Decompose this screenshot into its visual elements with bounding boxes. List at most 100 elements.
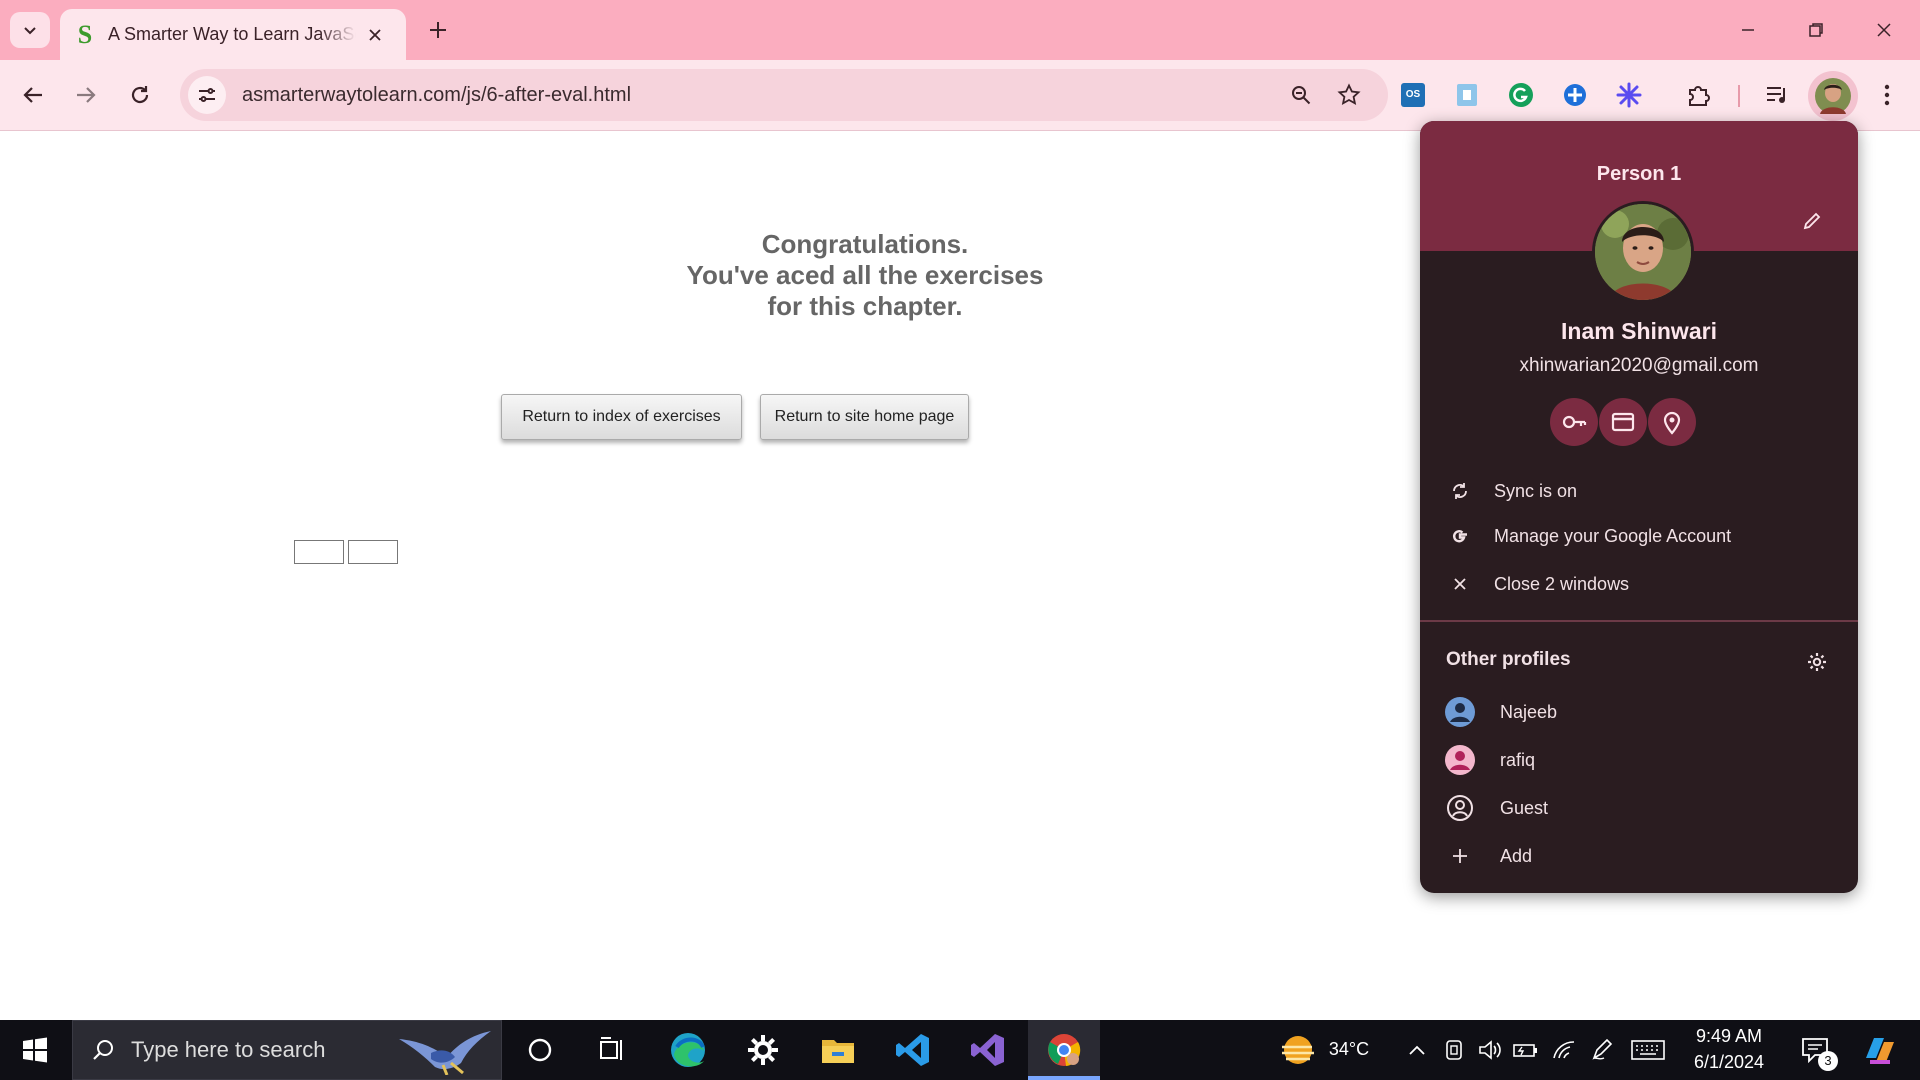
- active-tab[interactable]: S A Smarter Way to Learn JavaScript: [60, 9, 406, 60]
- tray-overflow-chevron-icon[interactable]: [1404, 1020, 1430, 1080]
- notifications-icon[interactable]: 3: [1792, 1020, 1838, 1080]
- empty-box: [348, 540, 398, 564]
- menu-item-label: Manage your Google Account: [1494, 525, 1732, 546]
- active-app-indicator: [1028, 1076, 1100, 1080]
- profile-guest[interactable]: Guest: [1420, 786, 1858, 830]
- pen-icon[interactable]: [1588, 1020, 1616, 1080]
- payment-credit-card-icon[interactable]: [1599, 398, 1647, 446]
- svg-text:OS: OS: [1406, 89, 1421, 100]
- file-explorer-icon[interactable]: [808, 1020, 868, 1080]
- bookmark-star-icon[interactable]: [1334, 80, 1364, 110]
- congratulations-message: Congratulations. You've aced all the exe…: [580, 229, 1150, 322]
- notification-badge: 3: [1818, 1051, 1838, 1071]
- edit-pencil-icon[interactable]: [1798, 207, 1826, 235]
- add-profile-item[interactable]: Add: [1420, 834, 1858, 878]
- wifi-icon[interactable]: [1550, 1020, 1578, 1080]
- chevron-down-icon: [24, 27, 36, 35]
- clock-date[interactable]: 6/1/2024: [1680, 1052, 1778, 1073]
- media-control-icon[interactable]: [1760, 78, 1794, 112]
- settings-gear-icon[interactable]: [733, 1020, 793, 1080]
- weather-temperature[interactable]: 34°C: [1324, 1039, 1374, 1060]
- profile-name-label: Najeeb: [1500, 701, 1558, 722]
- extensions-puzzle-icon[interactable]: [1682, 78, 1716, 112]
- manage-google-account-item[interactable]: Manage your Google Account: [1420, 514, 1858, 558]
- new-tab-button[interactable]: [420, 12, 456, 48]
- site-favicon-icon: S: [77, 19, 93, 49]
- os-addon-icon[interactable]: OS: [1396, 78, 1430, 112]
- battery-charging-icon[interactable]: [1512, 1020, 1540, 1080]
- extension-icon[interactable]: [1450, 78, 1484, 112]
- meet-now-icon[interactable]: [1440, 1020, 1468, 1080]
- vscode-icon[interactable]: [883, 1020, 943, 1080]
- toolbar-divider: [1738, 85, 1740, 107]
- manage-profiles-gear-icon[interactable]: [1803, 648, 1831, 676]
- zoom-icon[interactable]: [1286, 80, 1316, 110]
- chrome-taskbar-icon[interactable]: [1028, 1020, 1100, 1080]
- site-info-icon[interactable]: [188, 76, 226, 114]
- empty-box: [294, 540, 344, 564]
- clock-time[interactable]: 9:49 AM: [1680, 1026, 1778, 1047]
- profile-menu: Person 1 Inam Shinwari xhinwarian2020@gm…: [1420, 121, 1858, 893]
- visual-studio-icon[interactable]: [958, 1020, 1018, 1080]
- profile-name: Inam Shinwari: [1561, 318, 1717, 344]
- menu-divider: [1420, 620, 1858, 622]
- cortana-icon[interactable]: [510, 1020, 570, 1080]
- add-profile-label: Add: [1500, 845, 1533, 866]
- close-icon: [1446, 570, 1474, 598]
- kebab-menu-icon[interactable]: [1870, 78, 1904, 112]
- profile-name-label: rafiq: [1500, 749, 1536, 770]
- volume-icon[interactable]: [1476, 1020, 1504, 1080]
- close-window-button[interactable]: [1850, 0, 1918, 60]
- reload-icon: [131, 86, 149, 104]
- person-avatar-icon: [1444, 696, 1476, 728]
- tab-title: A Smarter Way to Learn JavaScript: [108, 24, 356, 44]
- avatar-icon: [1815, 78, 1851, 114]
- return-to-index-button[interactable]: Return to index of exercises: [501, 394, 742, 440]
- windows-start-button[interactable]: [0, 1020, 70, 1080]
- profile-najeeb[interactable]: Najeeb: [1420, 690, 1858, 734]
- edge-browser-icon[interactable]: [658, 1020, 718, 1080]
- passwords-key-icon[interactable]: [1550, 398, 1598, 446]
- search-placeholder: Type here to search: [131, 1037, 326, 1062]
- profile-avatar-button[interactable]: [1808, 71, 1858, 121]
- search-highlight-bird-icon: [399, 1031, 491, 1075]
- tab-close-icon[interactable]: [362, 22, 388, 48]
- forward-button[interactable]: [66, 75, 106, 115]
- congrats-line: for this chapter.: [767, 291, 963, 321]
- minimize-button[interactable]: [1714, 0, 1782, 60]
- extension-blue-icon[interactable]: [1558, 78, 1592, 112]
- plus-icon: [430, 22, 446, 38]
- arrow-right-icon: [77, 87, 96, 103]
- taskbar-search-box[interactable]: Type here to search: [72, 1020, 502, 1080]
- back-button[interactable]: [13, 75, 53, 115]
- reload-button[interactable]: [120, 75, 160, 115]
- profile-photo: [1592, 201, 1694, 303]
- touch-keyboard-icon[interactable]: [1628, 1020, 1668, 1080]
- addresses-location-pin-icon[interactable]: [1648, 398, 1696, 446]
- plus-icon: [1444, 840, 1476, 872]
- tab-search-button[interactable]: [10, 12, 50, 48]
- url-text[interactable]: asmarterwaytolearn.com/js/6-after-eval.h…: [242, 84, 631, 107]
- restore-button[interactable]: [1782, 0, 1850, 60]
- congrats-line: Congratulations.: [761, 229, 969, 259]
- copilot-icon[interactable]: [1852, 1020, 1908, 1080]
- extension-star-icon[interactable]: [1612, 78, 1646, 112]
- sync-status-item[interactable]: Sync is on: [1420, 469, 1858, 513]
- tab-strip: S A Smarter Way to Learn JavaScript: [0, 0, 1920, 60]
- search-icon: [93, 1040, 113, 1060]
- profile-rafiq[interactable]: rafiq: [1420, 738, 1858, 782]
- arrow-left-icon: [23, 87, 42, 103]
- profile-email: xhinwarian2020@gmail.com: [1519, 355, 1759, 376]
- return-to-home-button[interactable]: Return to site home page: [760, 394, 969, 440]
- close-windows-item[interactable]: Close 2 windows: [1420, 562, 1858, 606]
- task-view-icon[interactable]: [582, 1020, 642, 1080]
- person-label: Person 1: [1596, 163, 1682, 185]
- person-avatar-icon: [1444, 744, 1476, 776]
- address-bar[interactable]: asmarterwaytolearn.com/js/6-after-eval.h…: [180, 69, 1388, 121]
- windows-logo-icon: [23, 1037, 47, 1063]
- weather-sun-icon[interactable]: [1276, 1020, 1320, 1080]
- other-profiles-heading: Other profiles: [1446, 649, 1571, 670]
- grammarly-icon[interactable]: [1504, 78, 1538, 112]
- profile-name-label: Guest: [1500, 797, 1549, 818]
- menu-item-label: Sync is on: [1494, 480, 1578, 501]
